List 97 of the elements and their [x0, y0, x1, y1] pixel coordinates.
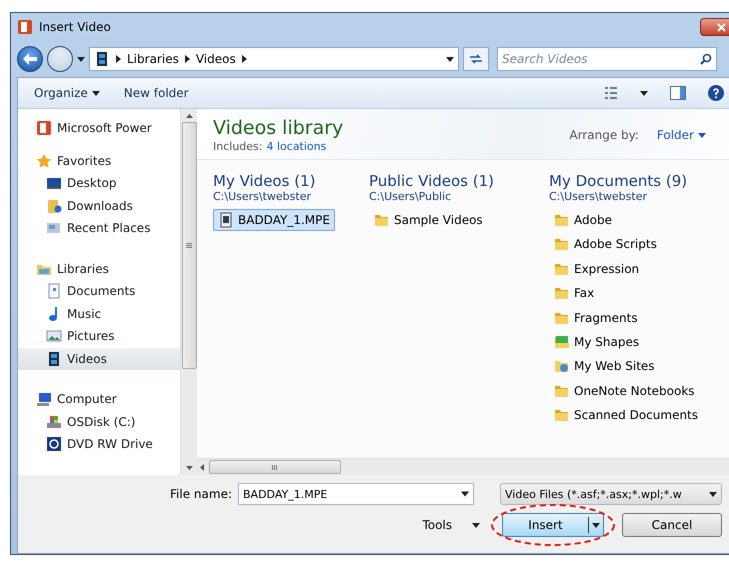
dvd-drive-icon: [46, 436, 62, 452]
navigation-item[interactable]: DVD RW Drive: [18, 433, 180, 456]
view-caret-icon: [640, 90, 648, 96]
file-name-field[interactable]: BADDAY_1.MPE: [238, 483, 474, 505]
document-icon: [46, 283, 62, 300]
recent-pages-caret-icon: [77, 56, 85, 62]
close-icon: [716, 22, 726, 32]
locations-link[interactable]: 4 locations: [266, 140, 326, 153]
search-field[interactable]: Search Videos: [497, 47, 717, 71]
file-item[interactable]: Sample Videos: [369, 209, 488, 231]
navigation-item[interactable]: OSDisk (C:): [18, 410, 180, 433]
vertical-scrollbar[interactable]: [180, 109, 197, 475]
window-title: Insert Video: [39, 20, 111, 34]
file-item[interactable]: Fax: [549, 282, 600, 304]
navigation-item[interactable]: Videos: [18, 348, 180, 370]
navigation-item[interactable]: Favorites: [18, 150, 180, 172]
preview-pane-icon[interactable]: [670, 86, 686, 100]
navigation-item[interactable]: Desktop: [18, 172, 180, 194]
address-bar[interactable]: Libraries Videos: [89, 47, 459, 71]
back-arrow-icon: [23, 53, 37, 65]
file-item[interactable]: OneNote Notebooks: [549, 380, 700, 402]
arrange-by-label: Arrange by:: [569, 128, 639, 142]
folder-icon: [554, 212, 570, 228]
caret-icon: [92, 90, 100, 96]
caret-icon: [461, 492, 469, 496]
folder-icon: [554, 407, 570, 424]
film-icon: [94, 51, 110, 67]
desktop-icon: [46, 175, 62, 192]
file-name-label: File name:: [170, 487, 232, 501]
toolbar-button[interactable]: New folder: [124, 86, 189, 100]
search-icon[interactable]: [700, 53, 712, 65]
arrange-dropdown[interactable]: Folder: [656, 128, 706, 142]
folder-icon: [374, 212, 390, 228]
file-item[interactable]: Fragments: [549, 306, 643, 329]
chevron-icon: [242, 55, 247, 63]
navigation-item[interactable]: Libraries: [18, 258, 180, 280]
computer-icon: [36, 391, 52, 408]
navigation-item[interactable]: Microsoft Power: [18, 117, 180, 140]
insert-button[interactable]: Insert: [502, 513, 604, 537]
file-item[interactable]: My Web Sites: [549, 355, 660, 378]
group-title: My Documents (9): [549, 172, 688, 190]
breadcrumb-item[interactable]: Videos: [196, 52, 236, 66]
navigation-item[interactable]: Documents: [18, 280, 180, 302]
help-icon[interactable]: [708, 85, 724, 101]
file-item[interactable]: My Shapes: [549, 330, 644, 353]
navigation-item[interactable]: Computer: [18, 388, 180, 410]
folder-icon: [554, 236, 570, 252]
history-caret-icon: [446, 56, 454, 62]
star-icon: [36, 152, 52, 169]
breadcrumb-item[interactable]: Libraries: [127, 52, 179, 66]
view-options-icon[interactable]: [604, 86, 618, 100]
includes-label: Includes:: [213, 140, 262, 153]
library-title: Videos library: [213, 117, 344, 139]
file-item[interactable]: Adobe: [549, 209, 617, 231]
pictures-icon: [46, 328, 62, 344]
chevron-icon: [116, 55, 121, 63]
group-title: My Videos (1): [213, 172, 316, 190]
web-folder-icon: [554, 358, 570, 374]
navigation-item[interactable]: Downloads: [18, 194, 180, 217]
file-item[interactable]: Scanned Documents: [549, 404, 704, 426]
caret-icon: [709, 492, 717, 496]
hard-disk-icon: [46, 414, 62, 430]
horizontal-scrollbar[interactable]: [197, 458, 729, 475]
file-item[interactable]: BADDAY_1.MPE: [213, 209, 335, 231]
navigation-item[interactable]: Recent Places: [18, 217, 180, 240]
group-path: C:\Users\twebster: [213, 190, 312, 203]
video-file-icon: [218, 212, 234, 228]
powerpoint-icon: [36, 120, 52, 136]
navigation-item[interactable]: Music: [18, 302, 180, 325]
navigation-item[interactable]: Pictures: [18, 325, 180, 348]
grip-icon: [272, 464, 278, 470]
caret-icon: [472, 522, 480, 528]
powerpoint-icon: [17, 19, 33, 35]
folder-icon: [554, 285, 570, 302]
file-item[interactable]: Adobe Scripts: [549, 233, 662, 256]
tools-dropdown[interactable]: Tools: [422, 518, 480, 532]
caret-icon: [592, 522, 600, 528]
back-button[interactable]: [17, 46, 43, 72]
group-path: C:\Users\Public: [369, 190, 452, 203]
caret-icon: [698, 132, 706, 138]
refresh-button[interactable]: [463, 47, 489, 71]
downloads-folder-icon: [46, 198, 62, 214]
refresh-arrows-icon: [469, 54, 483, 64]
cancel-button[interactable]: Cancel: [622, 513, 722, 537]
scroll-left-icon: [200, 464, 204, 470]
group-title: Public Videos (1): [369, 172, 496, 190]
toolbar-button[interactable]: Organize: [34, 86, 100, 100]
group-path: C:\Users\twebster: [549, 190, 648, 203]
shapes-folder-icon: [554, 334, 570, 350]
file-item[interactable]: Expression: [549, 258, 644, 280]
forward-button[interactable]: [47, 46, 73, 72]
scroll-down-icon: [186, 466, 192, 470]
file-type-dropdown[interactable]: Video Files (*.asf;*.asx;*.wpl;*.w: [500, 483, 722, 505]
film-icon: [46, 350, 62, 367]
grip-icon: [186, 243, 192, 248]
chevron-icon: [184, 55, 190, 63]
scroll-up-icon: [186, 114, 192, 118]
